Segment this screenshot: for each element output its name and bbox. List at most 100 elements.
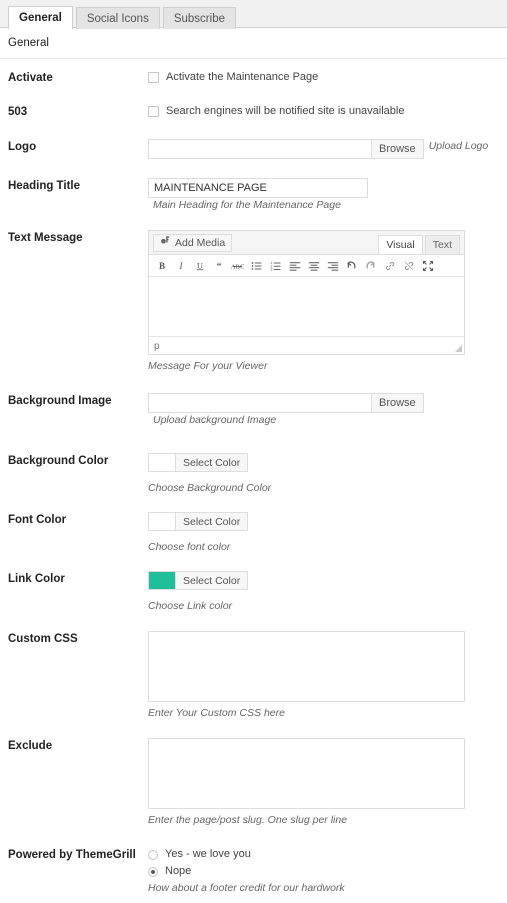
background-image-input[interactable] bbox=[148, 393, 372, 413]
add-media-label: Add Media bbox=[175, 236, 226, 249]
label-heading-title: Heading Title bbox=[8, 180, 80, 192]
add-media-button[interactable]: Add Media bbox=[153, 234, 233, 252]
heading-title-input[interactable] bbox=[148, 178, 368, 198]
http503-checkbox[interactable] bbox=[148, 106, 159, 117]
editor-mode-tabs: Visual Text bbox=[376, 235, 460, 254]
svg-text:U: U bbox=[197, 261, 203, 270]
field-heading-title: Main Heading for the Maintenance Page bbox=[148, 178, 499, 213]
field-activate: Activate the Maintenance Page bbox=[148, 70, 499, 85]
italic-icon[interactable]: I bbox=[171, 257, 190, 275]
link-color-picker[interactable]: Select Color bbox=[148, 571, 249, 590]
font-color-description: Choose font color bbox=[148, 541, 231, 553]
activate-checkbox-label: Activate the Maintenance Page bbox=[166, 71, 319, 83]
field-custom-css: Enter Your Custom CSS here bbox=[148, 631, 499, 721]
tab-social-icons[interactable]: Social Icons bbox=[75, 7, 160, 29]
background-image-description: Upload background Image bbox=[153, 414, 277, 426]
font-color-picker[interactable]: Select Color bbox=[148, 512, 249, 531]
underline-icon[interactable]: U bbox=[190, 257, 209, 275]
background-color-picker[interactable]: Select Color bbox=[148, 453, 249, 472]
numbered-list-icon[interactable]: 123 bbox=[266, 257, 285, 275]
bullet-list-icon[interactable] bbox=[247, 257, 266, 275]
exclude-textarea[interactable] bbox=[148, 738, 465, 809]
field-background-color: Select Color Choose Background Color bbox=[148, 453, 499, 496]
row-background-image: Background Image Browse Upload backgroun… bbox=[8, 374, 499, 428]
powered-by-radio-nope[interactable] bbox=[148, 866, 158, 877]
row-exclude: Exclude Enter the page/post slug. One sl… bbox=[8, 721, 499, 828]
activate-checkbox[interactable] bbox=[148, 72, 159, 83]
background-color-description: Choose Background Color bbox=[148, 482, 272, 494]
field-503: Search engines will be notified site is … bbox=[148, 104, 499, 119]
label-font-color: Font Color bbox=[8, 514, 67, 526]
redo-icon[interactable] bbox=[361, 257, 380, 275]
http503-checkbox-row[interactable]: Search engines will be notified site is … bbox=[148, 104, 499, 119]
form-footer: Save Changes bbox=[0, 896, 507, 903]
label-logo: Logo bbox=[8, 141, 37, 153]
tab-general[interactable]: General bbox=[8, 6, 73, 29]
label-background-image: Background Image bbox=[8, 395, 112, 407]
logo-browse-button[interactable]: Browse bbox=[372, 139, 424, 159]
row-activate: Activate Activate the Maintenance Page bbox=[8, 59, 499, 86]
field-powered-by: Yes - we love you Nope How about a foote… bbox=[148, 847, 499, 896]
editor-tab-visual[interactable]: Visual bbox=[378, 235, 423, 254]
font-color-select-button[interactable]: Select Color bbox=[176, 512, 249, 531]
align-left-icon[interactable] bbox=[285, 257, 304, 275]
editor-status-bar: p bbox=[149, 336, 464, 354]
align-right-icon[interactable] bbox=[323, 257, 342, 275]
background-color-swatch[interactable] bbox=[148, 453, 176, 472]
http503-checkbox-label: Search engines will be notified site is … bbox=[166, 105, 405, 117]
exclude-description: Enter the page/post slug. One slug per l… bbox=[148, 814, 348, 826]
logo-input[interactable] bbox=[148, 139, 372, 159]
field-link-color: Select Color Choose Link color bbox=[148, 571, 499, 614]
row-503: 503 Search engines will be notified site… bbox=[8, 86, 499, 120]
font-color-swatch[interactable] bbox=[148, 512, 176, 531]
strikethrough-icon[interactable]: ABC bbox=[228, 257, 247, 275]
section-title: General bbox=[0, 28, 507, 59]
link-color-select-button[interactable]: Select Color bbox=[176, 571, 249, 590]
editor-element-path: p bbox=[154, 341, 160, 352]
powered-by-option-nope[interactable]: Nope bbox=[148, 864, 499, 879]
svg-text:3: 3 bbox=[270, 267, 272, 271]
row-text-message: Text Message Add Media Visual Text B I U… bbox=[8, 213, 499, 374]
link-color-swatch[interactable] bbox=[148, 571, 176, 590]
row-link-color: Link Color Select Color Choose Link colo… bbox=[8, 555, 499, 614]
blockquote-icon[interactable]: “ bbox=[209, 257, 228, 275]
editor-tab-text[interactable]: Text bbox=[424, 235, 460, 254]
svg-text:B: B bbox=[158, 261, 164, 271]
row-background-color: Background Color Select Color Choose Bac… bbox=[8, 428, 499, 496]
powered-by-option-yes[interactable]: Yes - we love you bbox=[148, 847, 499, 862]
field-background-image: Browse Upload background Image bbox=[148, 393, 499, 428]
field-font-color: Select Color Choose font color bbox=[148, 512, 499, 555]
label-link-color: Link Color bbox=[8, 573, 65, 585]
link-icon[interactable] bbox=[380, 257, 399, 275]
undo-icon[interactable] bbox=[342, 257, 361, 275]
row-custom-css: Custom CSS Enter Your Custom CSS here bbox=[8, 614, 499, 721]
tab-subscribe[interactable]: Subscribe bbox=[162, 7, 236, 29]
align-center-icon[interactable] bbox=[304, 257, 323, 275]
text-message-description: Message For your Viewer bbox=[148, 360, 268, 372]
unlink-icon[interactable] bbox=[399, 257, 418, 275]
field-logo: Browse Upload Logo bbox=[148, 139, 499, 159]
row-heading-title: Heading Title Main Heading for the Maint… bbox=[8, 159, 499, 213]
powered-by-radio-yes[interactable] bbox=[148, 849, 158, 860]
editor-resize-handle[interactable] bbox=[455, 345, 462, 352]
editor-content-area[interactable] bbox=[149, 277, 464, 336]
powered-by-label-nope: Nope bbox=[165, 865, 192, 877]
logo-description: Upload Logo bbox=[428, 140, 489, 152]
svg-text:“: “ bbox=[216, 261, 221, 272]
field-exclude: Enter the page/post slug. One slug per l… bbox=[148, 738, 499, 828]
label-powered-by: Powered by ThemeGrill bbox=[8, 849, 136, 861]
label-background-color: Background Color bbox=[8, 455, 109, 467]
fullscreen-icon[interactable] bbox=[418, 257, 437, 275]
background-image-browse-button[interactable]: Browse bbox=[372, 393, 424, 413]
powered-by-label-yes: Yes - we love you bbox=[165, 848, 251, 860]
field-text-message: Add Media Visual Text B I U “ ABC 123 p … bbox=[148, 230, 499, 374]
label-activate: Activate bbox=[8, 72, 53, 84]
row-logo: Logo Browse Upload Logo bbox=[8, 120, 499, 159]
row-powered-by: Powered by ThemeGrill Yes - we love you … bbox=[8, 828, 499, 896]
activate-checkbox-row[interactable]: Activate the Maintenance Page bbox=[148, 70, 499, 85]
background-color-select-button[interactable]: Select Color bbox=[176, 453, 249, 472]
bold-icon[interactable]: B bbox=[152, 257, 171, 275]
custom-css-textarea[interactable] bbox=[148, 631, 465, 702]
settings-tab-bar: General Social Icons Subscribe bbox=[0, 0, 507, 29]
custom-css-description: Enter Your Custom CSS here bbox=[148, 707, 285, 719]
